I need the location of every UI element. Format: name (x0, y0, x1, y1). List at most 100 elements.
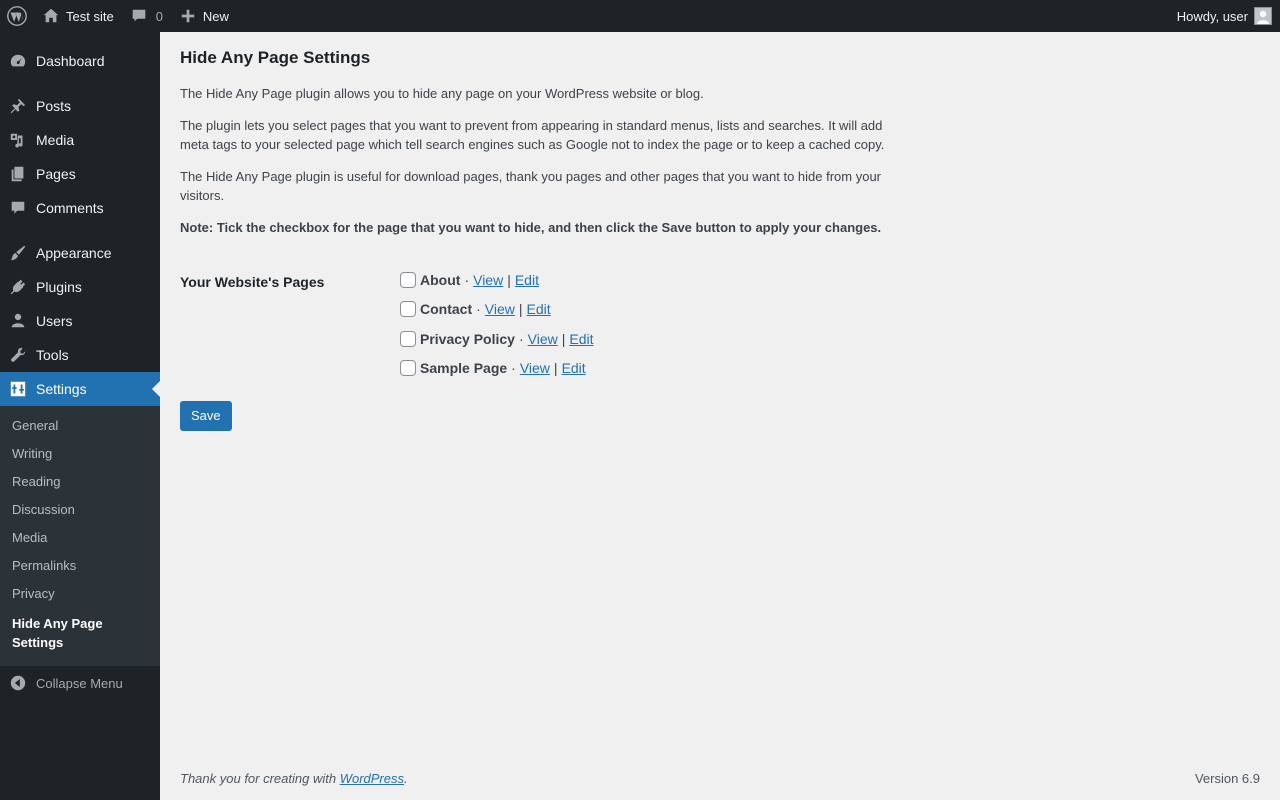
dot-separator: · (518, 330, 524, 347)
wrench-icon (11, 347, 26, 362)
hide-page-checkbox-sample-page[interactable] (400, 360, 416, 377)
howdy-text: Howdy, user (1176, 8, 1248, 24)
page-title: Hide Any Page Settings (180, 48, 371, 67)
view-link-privacy-policy[interactable]: View (528, 331, 558, 347)
plus-icon (181, 9, 195, 23)
description-paragraph: The Hide Any Page plugin is useful for d… (180, 169, 882, 203)
users-icon (11, 313, 25, 328)
collapse-menu-button[interactable]: Collapse Menu (0, 666, 160, 700)
edit-link-about[interactable]: Edit (515, 272, 539, 288)
page-title-privacy-policy: Privacy Policy (420, 330, 515, 347)
pages-list: About · View | Edit Contact · View | Edi… (400, 265, 593, 383)
submenu-item-privacy[interactable]: Privacy (0, 580, 160, 608)
site-name-menu[interactable]: Test site (34, 0, 122, 32)
submenu-item-reading[interactable]: Reading (0, 468, 160, 496)
menu-item-posts[interactable]: Posts (0, 89, 160, 123)
new-content-menu[interactable]: New (171, 0, 237, 32)
menu-item-media[interactable]: Media (0, 123, 160, 157)
footer: Thank you for creating with WordPress. V… (180, 771, 1260, 786)
pushpin-icon (10, 98, 26, 114)
user-avatar-icon (1257, 10, 1269, 24)
menu-label-plugins: Plugins (36, 279, 82, 295)
page-title-about: About (420, 271, 461, 288)
page-entry-contact: Contact · View | Edit (400, 295, 593, 325)
menu-label-dashboard: Dashboard (36, 53, 105, 69)
site-name: Test site (66, 8, 114, 24)
description-paragraph: The plugin lets you select pages that yo… (180, 118, 885, 152)
description-paragraph: The Hide Any Page plugin allows you to h… (180, 86, 704, 101)
dashboard-icon (10, 54, 26, 67)
menu-item-tools[interactable]: Tools (0, 338, 160, 372)
submenu-item-discussion[interactable]: Discussion (0, 496, 160, 524)
menu-label-tools: Tools (36, 347, 69, 363)
wordpress-logo-menu[interactable] (0, 0, 34, 32)
footer-version: Version 6.9 (1194, 771, 1260, 786)
hide-page-checkbox-privacy-policy[interactable] (400, 330, 416, 347)
dot-separator: · (464, 271, 470, 288)
comments-icon (11, 201, 25, 214)
collapse-arrow-icon (10, 675, 26, 691)
home-icon (43, 8, 59, 23)
page-entry-about: About · View | Edit (400, 265, 593, 295)
media-icon (10, 133, 23, 148)
dot-separator: · (476, 301, 481, 318)
comments-count: 0 (155, 8, 163, 24)
menu-label-posts: Posts (36, 98, 72, 114)
dot-separator: · (511, 360, 516, 377)
menu-separator (0, 78, 160, 89)
bar-separator: | (507, 271, 511, 288)
my-account-menu[interactable]: Howdy, user (1169, 0, 1280, 32)
view-link-sample-page[interactable]: View (520, 360, 550, 376)
menu-item-users[interactable]: Users (0, 304, 160, 338)
hide-page-checkbox-about[interactable] (400, 271, 416, 288)
menu-label-appearance: Appearance (36, 245, 112, 261)
submenu-item-media[interactable]: Media (0, 524, 160, 552)
comment-icon (132, 9, 145, 22)
menu-item-appearance[interactable]: Appearance (0, 236, 160, 270)
submenu-item-permalinks[interactable]: Permalinks (0, 552, 160, 580)
wordpress-logo-icon (7, 6, 27, 26)
edit-link-contact[interactable]: Edit (527, 301, 551, 317)
admin-sidebar: Dashboard Posts Media Pages Comments App… (0, 32, 160, 800)
comments-menu[interactable]: 0 (122, 0, 171, 32)
bar-separator: | (561, 330, 566, 347)
settings-sliders-icon (10, 381, 26, 397)
save-button[interactable]: Save (180, 401, 232, 431)
menu-item-plugins[interactable]: Plugins (0, 270, 160, 304)
footer-thanks: Thank you for creating with WordPress. (180, 771, 408, 786)
footer-thanks-prefix: Thank you for creating with (180, 771, 340, 786)
wordpress-link[interactable]: WordPress (340, 771, 404, 786)
hide-page-checkbox-contact[interactable] (400, 301, 416, 318)
settings-submenu: General Writing Reading Discussion Media… (0, 406, 160, 666)
footer-thanks-suffix: . (404, 771, 408, 786)
admin-bar: Test site 0 New Howdy, user (0, 0, 1280, 32)
menu-label-media: Media (36, 132, 75, 148)
pages-icon (11, 166, 24, 182)
menu-item-comments[interactable]: Comments (0, 191, 160, 225)
page-title-sample-page: Sample Page (420, 360, 508, 377)
pages-form-row: Your Website's Pages About · View | Edit… (180, 265, 1260, 383)
submenu-item-writing[interactable]: Writing (0, 440, 160, 468)
bar-separator: | (518, 301, 523, 318)
menu-label-users: Users (36, 313, 73, 329)
submenu-item-general[interactable]: General (0, 412, 160, 440)
edit-link-sample-page[interactable]: Edit (562, 360, 586, 376)
page-entry-privacy-policy: Privacy Policy · View | Edit (400, 324, 593, 354)
page-entry-sample-page: Sample Page · View | Edit (400, 354, 593, 384)
menu-separator (0, 225, 160, 236)
view-link-about[interactable]: View (473, 272, 503, 288)
pages-field-label: Your Website's Pages (180, 274, 325, 290)
paintbrush-icon (10, 245, 26, 261)
main-content: Hide Any Page Settings The Hide Any Page… (180, 32, 1260, 431)
menu-label-pages: Pages (36, 166, 76, 182)
page-title-contact: Contact (420, 301, 473, 318)
view-link-contact[interactable]: View (485, 301, 515, 317)
menu-item-settings[interactable]: Settings (0, 372, 160, 406)
edit-link-privacy-policy[interactable]: Edit (569, 331, 593, 347)
avatar (1254, 7, 1272, 25)
submenu-item-hide-any-page-settings[interactable]: Hide Any Page Settings (0, 608, 160, 658)
menu-item-dashboard[interactable]: Dashboard (0, 44, 160, 78)
menu-label-settings: Settings (36, 381, 87, 397)
plugin-icon (10, 279, 26, 295)
menu-item-pages[interactable]: Pages (0, 157, 160, 191)
